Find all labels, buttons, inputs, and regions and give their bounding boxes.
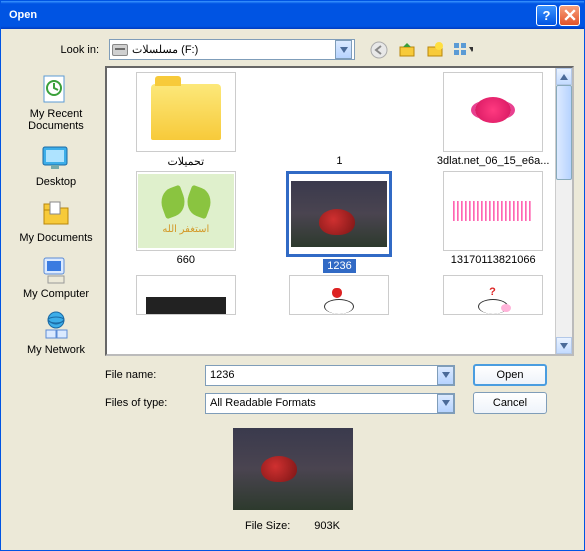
file-item[interactable]: تحميلات <box>111 72 261 169</box>
new-folder-button[interactable] <box>425 40 445 60</box>
sidebar-item-label: My Recent Documents <box>13 108 99 132</box>
preview-image <box>233 428 353 510</box>
sidebar-item-recent[interactable]: My Recent Documents <box>13 74 99 132</box>
sidebar-item-computer[interactable]: My Computer <box>13 254 99 300</box>
file-item[interactable]: استغفر الله 660 <box>111 171 261 273</box>
network-icon <box>40 310 72 342</box>
thumbnail-image <box>453 87 533 137</box>
places-sidebar: My Recent Documents Desktop My Documents <box>11 66 101 356</box>
file-item[interactable] <box>265 275 415 315</box>
scroll-down-button[interactable] <box>556 337 572 354</box>
file-name: تحميلات <box>163 154 208 169</box>
file-name: 13170113821066 <box>447 253 540 267</box>
file-name: 1236 <box>323 259 355 273</box>
sidebar-item-label: My Network <box>27 344 85 356</box>
filetype-value: All Readable Formats <box>210 397 437 409</box>
file-name: 3dlat.net_06_15_e6a... <box>433 154 554 168</box>
thumbnail-image: ? <box>475 286 511 314</box>
sidebar-item-documents[interactable]: My Documents <box>13 198 99 244</box>
lookin-combo[interactable]: مسلسلات (F:) <box>109 39 355 60</box>
file-name: 1 <box>332 154 346 168</box>
thumbnail-image: استغفر الله <box>138 174 234 248</box>
sidebar-item-desktop[interactable]: Desktop <box>13 142 99 188</box>
file-item[interactable]: 3dlat.net_06_15_e6a... <box>418 72 568 169</box>
documents-icon <box>40 198 72 230</box>
lookin-value: مسلسلات (F:) <box>132 43 335 56</box>
filename-input[interactable]: 1236 <box>205 365 455 386</box>
filename-value: 1236 <box>210 369 437 381</box>
filesize-value: 903K <box>314 520 340 532</box>
open-button[interactable]: Open <box>473 364 547 386</box>
computer-icon <box>40 254 72 286</box>
up-button[interactable] <box>397 40 417 60</box>
drive-icon <box>112 44 128 56</box>
scroll-thumb[interactable] <box>556 85 572 180</box>
chevron-down-icon[interactable] <box>335 40 352 59</box>
sidebar-item-label: My Computer <box>23 288 89 300</box>
chevron-down-icon[interactable] <box>437 394 454 413</box>
recent-icon <box>40 74 72 106</box>
thumbnail-image <box>146 286 226 314</box>
thumbnail-image <box>324 288 354 314</box>
sidebar-item-label: Desktop <box>36 176 76 188</box>
close-button[interactable] <box>559 5 580 26</box>
scroll-up-button[interactable] <box>556 68 572 85</box>
open-dialog: Open ? Look in: مسلسلات (F:) <box>0 0 585 551</box>
file-item[interactable]: ? <box>418 275 568 315</box>
back-button[interactable] <box>369 40 389 60</box>
help-button[interactable]: ? <box>536 5 557 26</box>
cancel-button[interactable]: Cancel <box>473 392 547 414</box>
view-icon <box>453 41 473 59</box>
lookin-label: Look in: <box>11 44 109 56</box>
file-item[interactable] <box>111 275 261 315</box>
folder-up-icon <box>398 41 416 59</box>
filetype-select[interactable]: All Readable Formats <box>205 393 455 414</box>
file-name: 660 <box>173 253 199 267</box>
sidebar-item-network[interactable]: My Network <box>13 310 99 356</box>
file-list-view[interactable]: تحميلات 1 3dlat.net_06_15_e6a... استغفر … <box>105 66 574 356</box>
new-folder-icon <box>426 41 444 59</box>
view-menu-button[interactable] <box>453 40 473 60</box>
filename-label: File name: <box>105 369 205 381</box>
titlebar[interactable]: Open ? <box>1 1 584 29</box>
thumbnail-image <box>291 181 387 247</box>
thumbnail-image <box>453 201 533 221</box>
back-icon <box>370 41 388 59</box>
folder-icon <box>151 84 221 140</box>
chevron-down-icon[interactable] <box>437 366 454 385</box>
file-item[interactable]: 13170113821066 <box>418 171 568 273</box>
file-item-selected[interactable]: 1236 <box>265 171 415 273</box>
vertical-scrollbar[interactable] <box>555 68 572 354</box>
preview-area: File Size: 903K <box>11 428 574 532</box>
close-icon <box>564 9 576 21</box>
window-title: Open <box>5 9 536 21</box>
desktop-icon <box>40 142 72 174</box>
filesize-label: File Size: <box>245 520 290 532</box>
file-item[interactable]: 1 <box>265 72 415 169</box>
sidebar-item-label: My Documents <box>19 232 92 244</box>
filetype-label: Files of type: <box>105 397 205 409</box>
